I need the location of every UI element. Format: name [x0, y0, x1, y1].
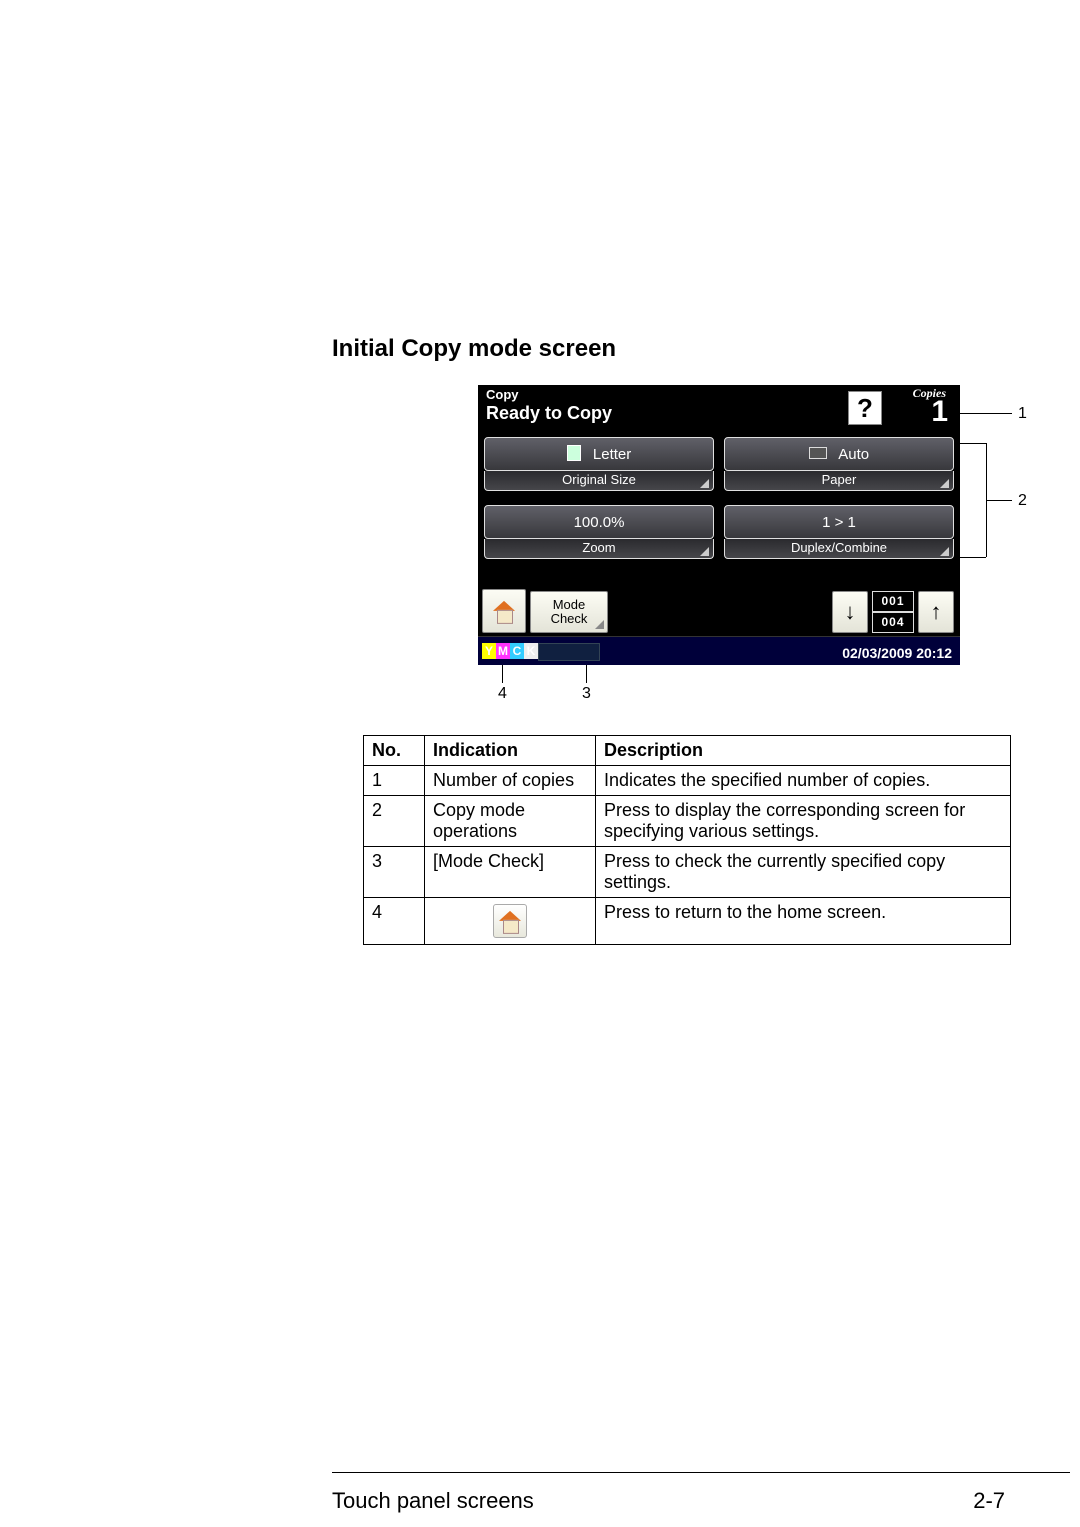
- document-icon: [567, 445, 581, 461]
- duplex-label: Duplex/Combine: [724, 539, 954, 559]
- touch-panel-figure: Copy Ready to Copy ? Copies 1 Letter Ori…: [478, 385, 960, 665]
- toner-m-icon: M: [496, 643, 510, 659]
- zoom-button[interactable]: 100.0%: [484, 505, 714, 539]
- duplex-button[interactable]: 1 > 1: [724, 505, 954, 539]
- zoom-value: 100.0%: [574, 514, 625, 531]
- page-indicator: 001 004: [872, 591, 914, 633]
- touch-panel: Copy Ready to Copy ? Copies 1 Letter Ori…: [478, 385, 960, 665]
- toner-levels: Y M C K: [482, 643, 600, 659]
- home-icon: [493, 904, 527, 938]
- status-label: Ready to Copy: [486, 403, 612, 424]
- callout-1: 1: [1018, 405, 1027, 423]
- toner-y-icon: Y: [482, 643, 496, 659]
- th-ind: Indication: [425, 736, 596, 766]
- table-row: 2 Copy mode operations Press to display …: [364, 796, 1011, 847]
- mode-label: Copy: [486, 387, 519, 402]
- footer-section: Touch panel screens: [332, 1488, 534, 1514]
- th-no: No.: [364, 736, 425, 766]
- table-row: 3 [Mode Check] Press to check the curren…: [364, 847, 1011, 898]
- page-current: 001: [872, 591, 914, 612]
- toner-c-icon: C: [510, 643, 524, 659]
- home-button[interactable]: [482, 589, 526, 633]
- datetime: 02/03/2009 20:12: [842, 645, 952, 661]
- paper-label: Paper: [724, 471, 954, 491]
- home-icon: [493, 601, 515, 623]
- help-button[interactable]: ?: [848, 391, 882, 425]
- table-row: 1 Number of copies Indicates the specifi…: [364, 766, 1011, 796]
- scroll-down-button[interactable]: ↓: [832, 591, 868, 633]
- scroll-up-button[interactable]: ↑: [918, 591, 954, 633]
- table-row: 4 Press to return to the home screen.: [364, 898, 1011, 945]
- callout-4: 4: [498, 685, 507, 703]
- page-total: 004: [872, 612, 914, 633]
- duplex-value: 1 > 1: [822, 514, 856, 531]
- callout-3: 3: [582, 685, 591, 703]
- status-bar: Y M C K 02/03/2009 20:12: [478, 636, 960, 665]
- tray-icon: [809, 447, 827, 459]
- toner-k-icon: K: [524, 643, 538, 659]
- section-heading: Initial Copy mode screen: [332, 335, 616, 363]
- original-size-value: Letter: [593, 446, 631, 463]
- original-size-button[interactable]: Letter: [484, 437, 714, 471]
- indication-table: No. Indication Description 1 Number of c…: [363, 735, 1011, 945]
- footer-rule: [332, 1472, 1070, 1473]
- paper-button[interactable]: Auto: [724, 437, 954, 471]
- original-size-label: Original Size: [484, 471, 714, 491]
- paper-value: Auto: [838, 446, 869, 463]
- footer-page: 2-7: [973, 1488, 1005, 1514]
- th-desc: Description: [596, 736, 1011, 766]
- mode-check-button[interactable]: Mode Check: [530, 591, 608, 633]
- copies-value: 1: [931, 395, 948, 429]
- zoom-label: Zoom: [484, 539, 714, 559]
- callout-2: 2: [1018, 492, 1027, 510]
